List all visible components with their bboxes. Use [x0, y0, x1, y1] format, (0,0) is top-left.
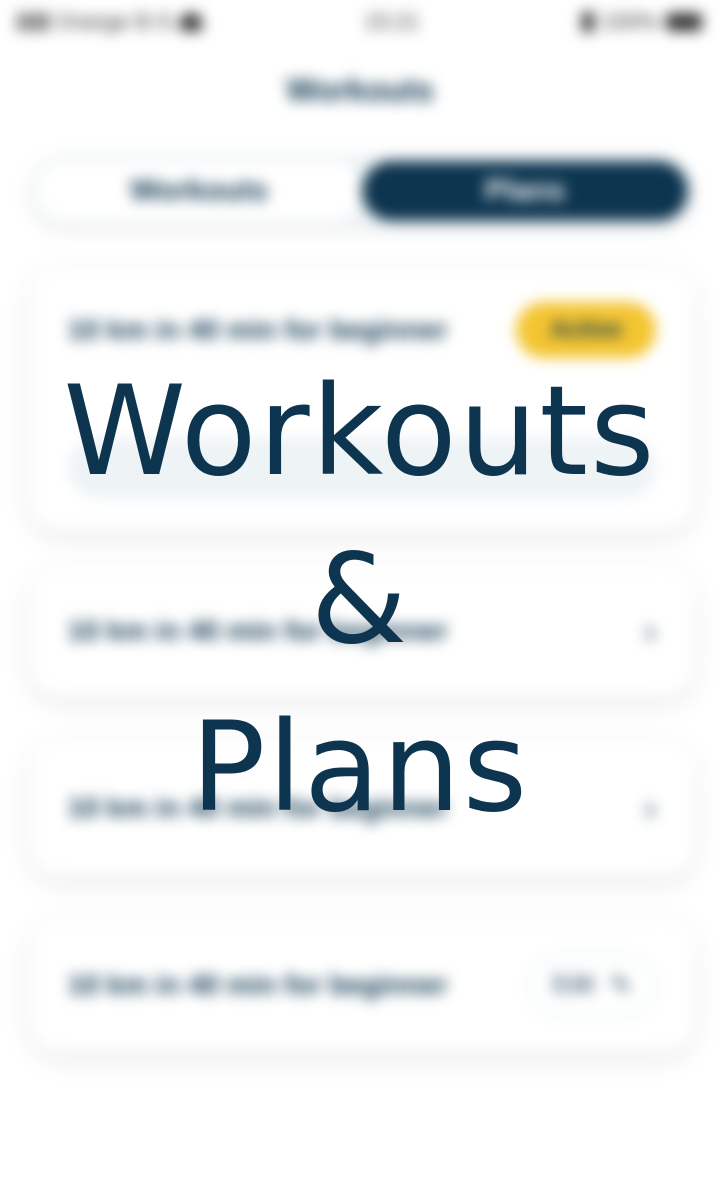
plan-card[interactable]: 10 km in 40 min for beginner Edit ✎ [30, 918, 694, 1052]
carrier-label: Orange B-S [56, 9, 173, 34]
battery-icon [665, 13, 702, 31]
plan-title: 10 km in 40 min for beginner [68, 969, 448, 1000]
hero-line-workouts: Workouts [63, 360, 657, 504]
tab-workouts[interactable]: Workouts [36, 161, 362, 221]
clock: 15:21 [364, 9, 420, 34]
card-row: 10 km in 40 min for beginner Edit ✎ [68, 918, 656, 1052]
pencil-icon: ✎ [610, 969, 632, 1000]
page-title: Workouts [286, 72, 434, 108]
status-bar: Orange B-S 15:21 100% [0, 0, 720, 44]
hero-line-ampersand: & [310, 528, 410, 672]
hero-line-plans: Plans [190, 696, 530, 840]
app-screen: Orange B-S 15:21 100% Workouts Workouts … [0, 0, 720, 1182]
status-left: Orange B-S [18, 9, 203, 35]
signal-icon [18, 13, 48, 31]
hero-title: Workouts & Plans [0, 348, 720, 852]
bluetooth-icon [581, 12, 594, 32]
plan-title: 10 km in 40 min for beginner [68, 314, 448, 345]
segmented-control: Workouts Plans [30, 155, 694, 227]
wifi-icon [180, 13, 203, 31]
edit-label: Edit [552, 971, 595, 998]
battery-percent: 100% [601, 9, 658, 34]
tab-plans[interactable]: Plans [362, 161, 688, 221]
status-right: 100% [581, 9, 702, 35]
edit-button[interactable]: Edit ✎ [528, 953, 656, 1017]
